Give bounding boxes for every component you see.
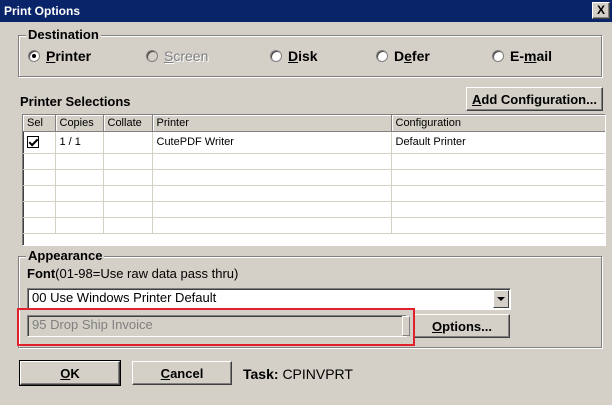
- table-row: [23, 185, 605, 202]
- printer-selections-label: Printer Selections: [20, 94, 131, 109]
- task-value: CPINVPRT: [282, 366, 353, 382]
- radio-email[interactable]: E-mail: [492, 47, 552, 65]
- title-bar: Print Options X: [0, 0, 612, 22]
- radio-circle-defer: [376, 50, 388, 62]
- column-header-copies[interactable]: Copies: [55, 115, 104, 132]
- printer-cell[interactable]: CutePDF Writer: [152, 131, 392, 154]
- column-header-collate[interactable]: Collate: [103, 115, 153, 132]
- printer-grid[interactable]: Sel Copies Collate Printer Configuration…: [22, 114, 606, 246]
- column-header-printer[interactable]: Printer: [152, 115, 392, 132]
- add-configuration-label: Add Configuration...: [472, 91, 597, 107]
- options-label: Options...: [432, 318, 492, 334]
- column-header-sel[interactable]: Sel: [23, 115, 56, 132]
- sel-cell[interactable]: [23, 131, 56, 154]
- font-select-value: 00 Use Windows Printer Default: [32, 290, 217, 305]
- configuration-cell[interactable]: Default Printer: [391, 131, 605, 154]
- radio-circle-screen: [146, 50, 158, 62]
- chevron-down-icon: [497, 297, 505, 301]
- add-configuration-button[interactable]: Add Configuration...: [466, 87, 603, 111]
- radio-screen: Screen: [146, 47, 208, 65]
- table-row: [23, 169, 605, 186]
- printer-table: Sel Copies Collate Printer Configuration…: [23, 115, 605, 234]
- close-button[interactable]: X: [592, 2, 610, 19]
- dropdown-arrow-button[interactable]: [493, 290, 509, 308]
- close-icon: X: [596, 3, 605, 17]
- radio-label-disk: Disk: [288, 48, 318, 64]
- radio-printer[interactable]: Printer: [28, 47, 91, 65]
- sel-checkbox[interactable]: [27, 136, 39, 149]
- collate-cell[interactable]: [103, 131, 153, 154]
- task-label: Task: CPINVPRT: [243, 366, 353, 382]
- font-label: Font(01-98=Use raw data pass thru): [27, 266, 239, 281]
- window-title: Print Options: [4, 4, 80, 18]
- column-header-configuration[interactable]: Configuration: [391, 115, 605, 132]
- cancel-label: Cancel: [160, 365, 204, 381]
- font-select[interactable]: 00 Use Windows Printer Default: [27, 288, 511, 310]
- table-row: [23, 153, 605, 170]
- options-button[interactable]: Options...: [414, 314, 510, 338]
- radio-label-screen: Screen: [164, 48, 209, 64]
- destination-legend: Destination: [26, 27, 101, 42]
- radio-circle-disk: [270, 50, 282, 62]
- table-row[interactable]: 1 / 1 CutePDF Writer Default Printer: [23, 131, 605, 154]
- cancel-button[interactable]: Cancel: [132, 361, 232, 385]
- radio-label-defer: Defer: [394, 48, 430, 64]
- radio-label-printer: Printer: [46, 48, 92, 64]
- radio-disk[interactable]: Disk: [270, 47, 318, 65]
- table-row: [23, 201, 605, 218]
- radio-defer[interactable]: Defer: [376, 47, 430, 65]
- copies-cell[interactable]: 1 / 1: [55, 131, 104, 154]
- ok-button[interactable]: OK: [19, 360, 121, 386]
- table-header-row: Sel Copies Collate Printer Configuration: [23, 115, 605, 132]
- appearance-legend: Appearance: [26, 248, 105, 263]
- radio-circle-printer: [28, 50, 40, 62]
- radio-circle-email: [492, 50, 504, 62]
- radio-label-email: E-mail: [510, 48, 553, 64]
- table-row: [23, 217, 605, 234]
- highlight-box: [17, 308, 415, 346]
- ok-label: OK: [60, 365, 80, 381]
